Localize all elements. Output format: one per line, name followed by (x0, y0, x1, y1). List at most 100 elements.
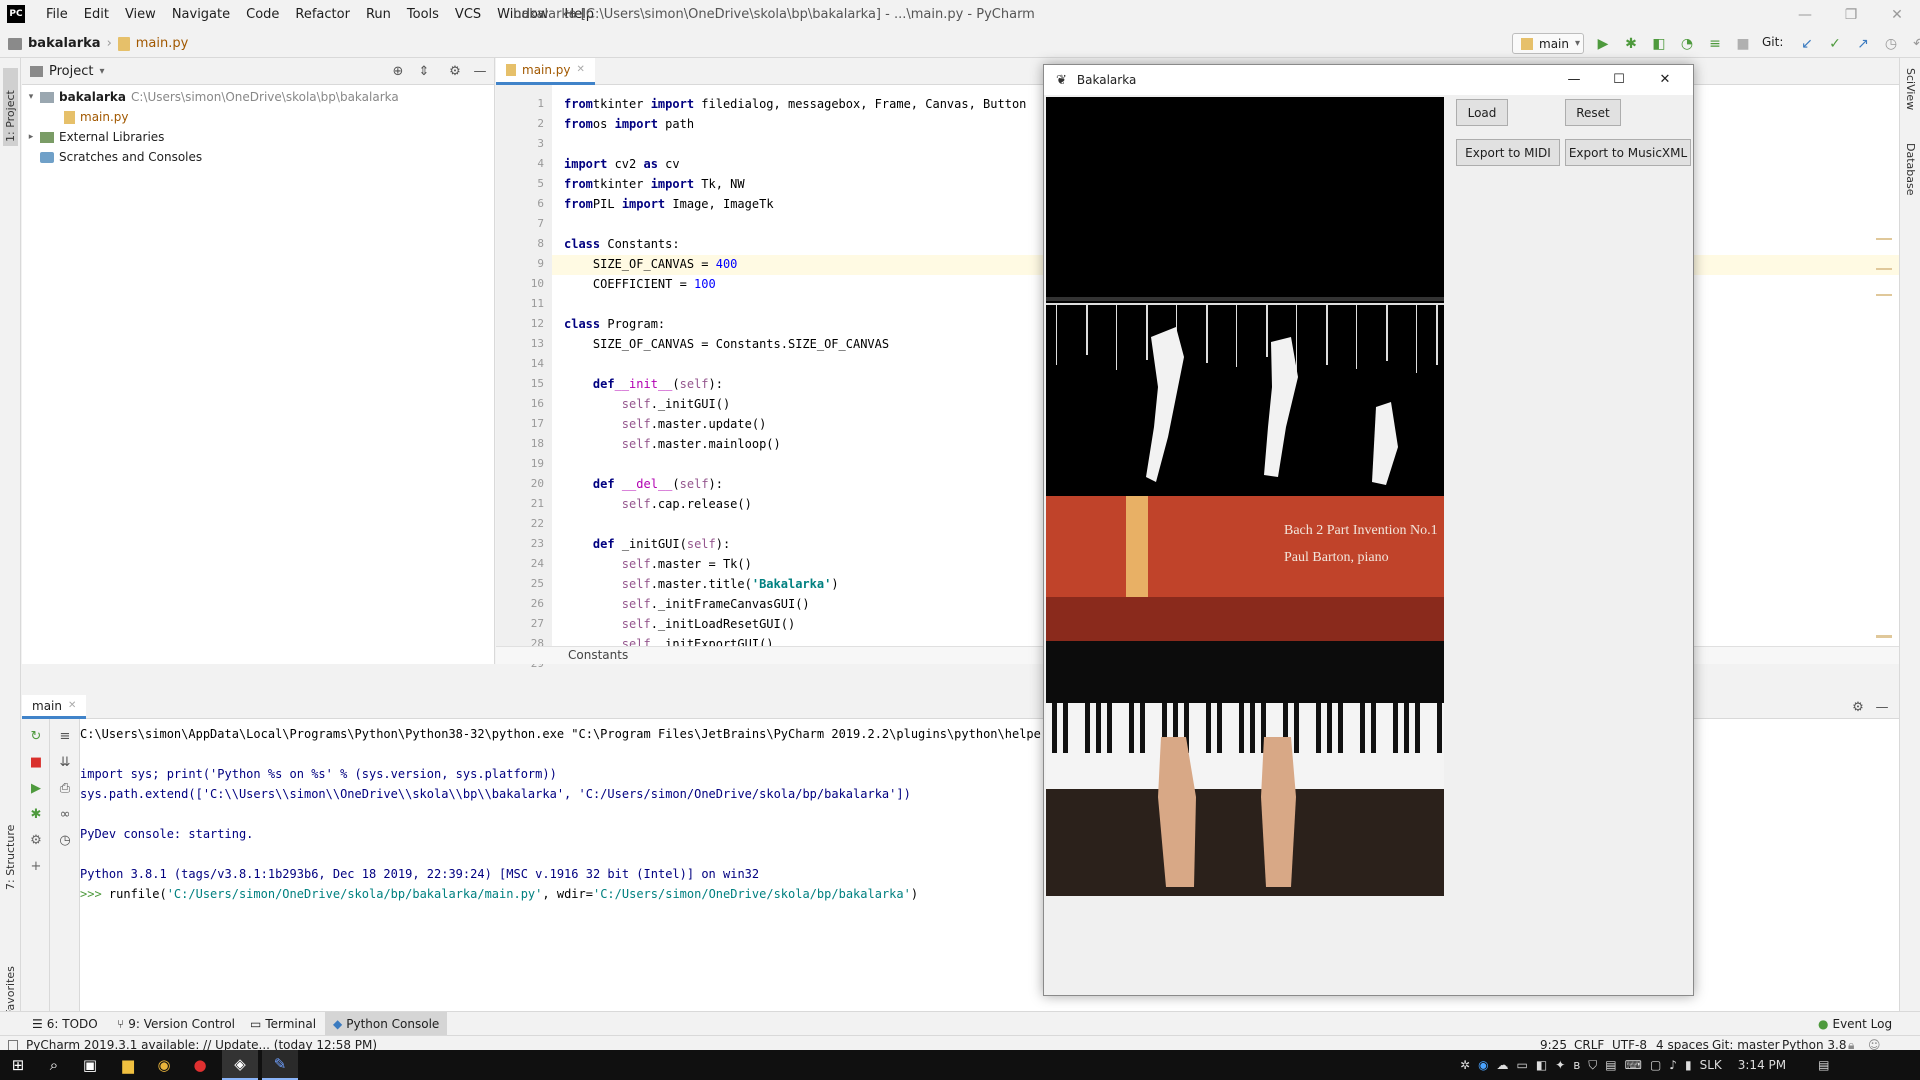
project-tool-button[interactable]: 1: Project (4, 90, 17, 142)
file-explorer-icon[interactable]: ▆ (110, 1050, 146, 1080)
code-line[interactable]: self.cap.release() (564, 497, 752, 511)
code-line[interactable]: self._initGUI() (564, 397, 730, 411)
code-line[interactable]: def _initGUI(self): (564, 537, 730, 551)
code-line[interactable]: self.master.title('Bakalarka') (564, 577, 839, 591)
code-line[interactable]: self._initLoadResetGUI() (564, 617, 795, 631)
code-line[interactable]: fromos import path (564, 117, 694, 131)
dropbox-icon[interactable]: ✦ (1555, 1058, 1565, 1072)
python-console-tab[interactable]: ◆ Python Console (325, 1012, 448, 1036)
coverage-icon[interactable]: ◧ (1650, 35, 1668, 53)
tree-item-external-libraries[interactable]: ▸ External Libraries (22, 127, 165, 147)
input-language[interactable]: SLK (1700, 1058, 1722, 1072)
clock[interactable]: 3:14 PM (1738, 1058, 1786, 1072)
close-icon[interactable]: ✕ (1657, 71, 1673, 87)
console-tab-main[interactable]: main ✕ (22, 695, 87, 719)
hide-icon[interactable]: — (472, 63, 488, 79)
bluetooth-icon[interactable]: ʙ (1573, 1058, 1580, 1072)
restore-icon[interactable]: ❐ (1828, 0, 1874, 29)
python-taskbar-icon[interactable]: ✎ (262, 1050, 298, 1080)
search-icon[interactable]: ⌕ (36, 1050, 72, 1080)
task-view-icon[interactable]: ▣ (72, 1050, 108, 1080)
version-control-tab[interactable]: ⑂ 9: Version Control (117, 1012, 235, 1036)
chevron-right-icon[interactable]: ▸ (22, 132, 40, 142)
database-tool-button[interactable]: Database (1904, 143, 1917, 196)
close-tab-icon[interactable]: ✕ (577, 64, 585, 75)
code-line[interactable]: self.master = Tk() (564, 557, 752, 571)
code-line[interactable]: SIZE_OF_CANVAS = 400 (564, 257, 738, 271)
breadcrumb-project[interactable]: bakalarka (28, 36, 101, 51)
chrome-icon[interactable]: ◉ (146, 1050, 182, 1080)
cloud-icon[interactable]: ☁ (1497, 1058, 1509, 1072)
settings-tray-icon[interactable]: ✲ (1460, 1058, 1470, 1072)
keyboard-icon[interactable]: ⌨ (1625, 1058, 1642, 1072)
console-input-line[interactable]: >>> runfile('C:/Users/simon/OneDrive/sko… (80, 887, 918, 901)
code-line[interactable]: def__init__(self): (564, 377, 723, 391)
drive-icon[interactable]: ▭ (1517, 1058, 1528, 1072)
code-line[interactable]: COEFFICIENT = 100 (564, 277, 716, 291)
windows-start-icon[interactable]: ⊞ (0, 1050, 36, 1080)
code-line[interactable]: SIZE_OF_CANVAS = Constants.SIZE_OF_CANVA… (564, 337, 889, 351)
reset-button[interactable]: Reset (1565, 99, 1621, 126)
git-commit-icon[interactable]: ✓ (1826, 35, 1844, 53)
locate-icon[interactable]: ⊕ (390, 63, 406, 79)
load-button[interactable]: Load (1456, 99, 1508, 126)
video-canvas[interactable]: Bach 2 Part Invention No.1 Paul Barton, … (1046, 97, 1444, 896)
chevron-down-icon[interactable]: ▾ (22, 92, 40, 102)
tree-item-scratches[interactable]: Scratches and Consoles (40, 147, 202, 167)
bakalarka-title-bar[interactable]: ❦ Bakalarka — ☐ ✕ (1044, 65, 1693, 95)
close-icon[interactable]: ✕ (1874, 0, 1920, 29)
hide-icon[interactable]: — (1874, 699, 1890, 715)
gear-icon[interactable]: ⚙ (447, 63, 463, 79)
code-line[interactable]: fromPIL import Image, ImageTk (564, 197, 774, 211)
breadcrumb-file[interactable]: main.py (136, 36, 189, 51)
notifications-icon[interactable]: ▤ (1818, 1058, 1829, 1072)
menu-item-file[interactable]: File (38, 0, 76, 29)
revert-icon[interactable]: ↶ (1910, 35, 1920, 53)
volume-icon[interactable]: ♪ (1669, 1058, 1677, 1072)
menu-item-edit[interactable]: Edit (76, 0, 117, 29)
menu-item-view[interactable]: View (117, 0, 164, 29)
menu-item-tools[interactable]: Tools (399, 0, 447, 29)
concurrency-icon[interactable]: ≡ (1706, 35, 1724, 53)
display-icon[interactable]: ▢ (1650, 1058, 1661, 1072)
skype-icon[interactable]: ◉ (1478, 1058, 1488, 1072)
tab-main-py[interactable]: main.py ✕ (496, 57, 595, 85)
stop-icon[interactable]: ■ (1734, 35, 1752, 53)
battery-icon[interactable]: ▮ (1685, 1058, 1692, 1072)
event-log-tab[interactable]: ● Event Log (1818, 1012, 1892, 1036)
project-view-select[interactable]: Project (49, 64, 93, 79)
run-icon[interactable]: ▶ (1594, 35, 1612, 53)
shield-icon[interactable]: ⛉ (1588, 1058, 1597, 1073)
gear-icon[interactable]: ⚙ (1850, 699, 1866, 715)
git-push-icon[interactable]: ↗ (1854, 35, 1872, 53)
code-line[interactable]: fromtkinter import Tk, NW (564, 177, 745, 191)
minimize-icon[interactable]: — (1782, 0, 1828, 29)
code-line[interactable]: self.master.mainloop() (564, 437, 781, 451)
collapse-all-icon[interactable]: ⇕ (416, 63, 432, 79)
code-line[interactable]: fromtkinter import filedialog, messagebo… (564, 97, 1026, 111)
code-line[interactable]: import cv2 as cv (564, 157, 680, 171)
profile-icon[interactable]: ◔ (1678, 35, 1696, 53)
sciview-tool-button[interactable]: SciView (1904, 68, 1917, 110)
code-line[interactable]: class Program: (564, 317, 665, 331)
maximize-icon[interactable]: ☐ (1611, 71, 1627, 87)
tree-item-project[interactable]: ▾ bakalarka C:\Users\simon\OneDrive\skol… (22, 87, 399, 107)
export-midi-button[interactable]: Export to MIDI (1456, 139, 1560, 166)
app-tray-icon[interactable]: ◧ (1536, 1058, 1547, 1072)
git-update-icon[interactable]: ↙ (1798, 35, 1816, 53)
menu-item-run[interactable]: Run (358, 0, 399, 29)
todo-tab[interactable]: ☰ 6: TODO (32, 1012, 98, 1036)
export-musicxml-button[interactable]: Export to MusicXML (1565, 139, 1691, 166)
run-config-select[interactable]: main ▾ (1512, 33, 1584, 54)
minimize-icon[interactable]: — (1566, 71, 1582, 87)
code-line[interactable]: self._initFrameCanvasGUI() (564, 597, 810, 611)
code-line[interactable]: self._initExportGUI() (564, 637, 774, 646)
menu-item-vcs[interactable]: VCS (447, 0, 489, 29)
tree-item-main-py[interactable]: main.py (64, 107, 129, 127)
close-tab-icon[interactable]: ✕ (68, 700, 76, 711)
media-app-icon[interactable]: ● (182, 1050, 218, 1080)
menu-item-navigate[interactable]: Navigate (164, 0, 238, 29)
menu-item-refactor[interactable]: Refactor (287, 0, 358, 29)
debug-icon[interactable]: ✱ (1622, 35, 1640, 53)
terminal-tab[interactable]: ▭ Terminal (250, 1012, 316, 1036)
